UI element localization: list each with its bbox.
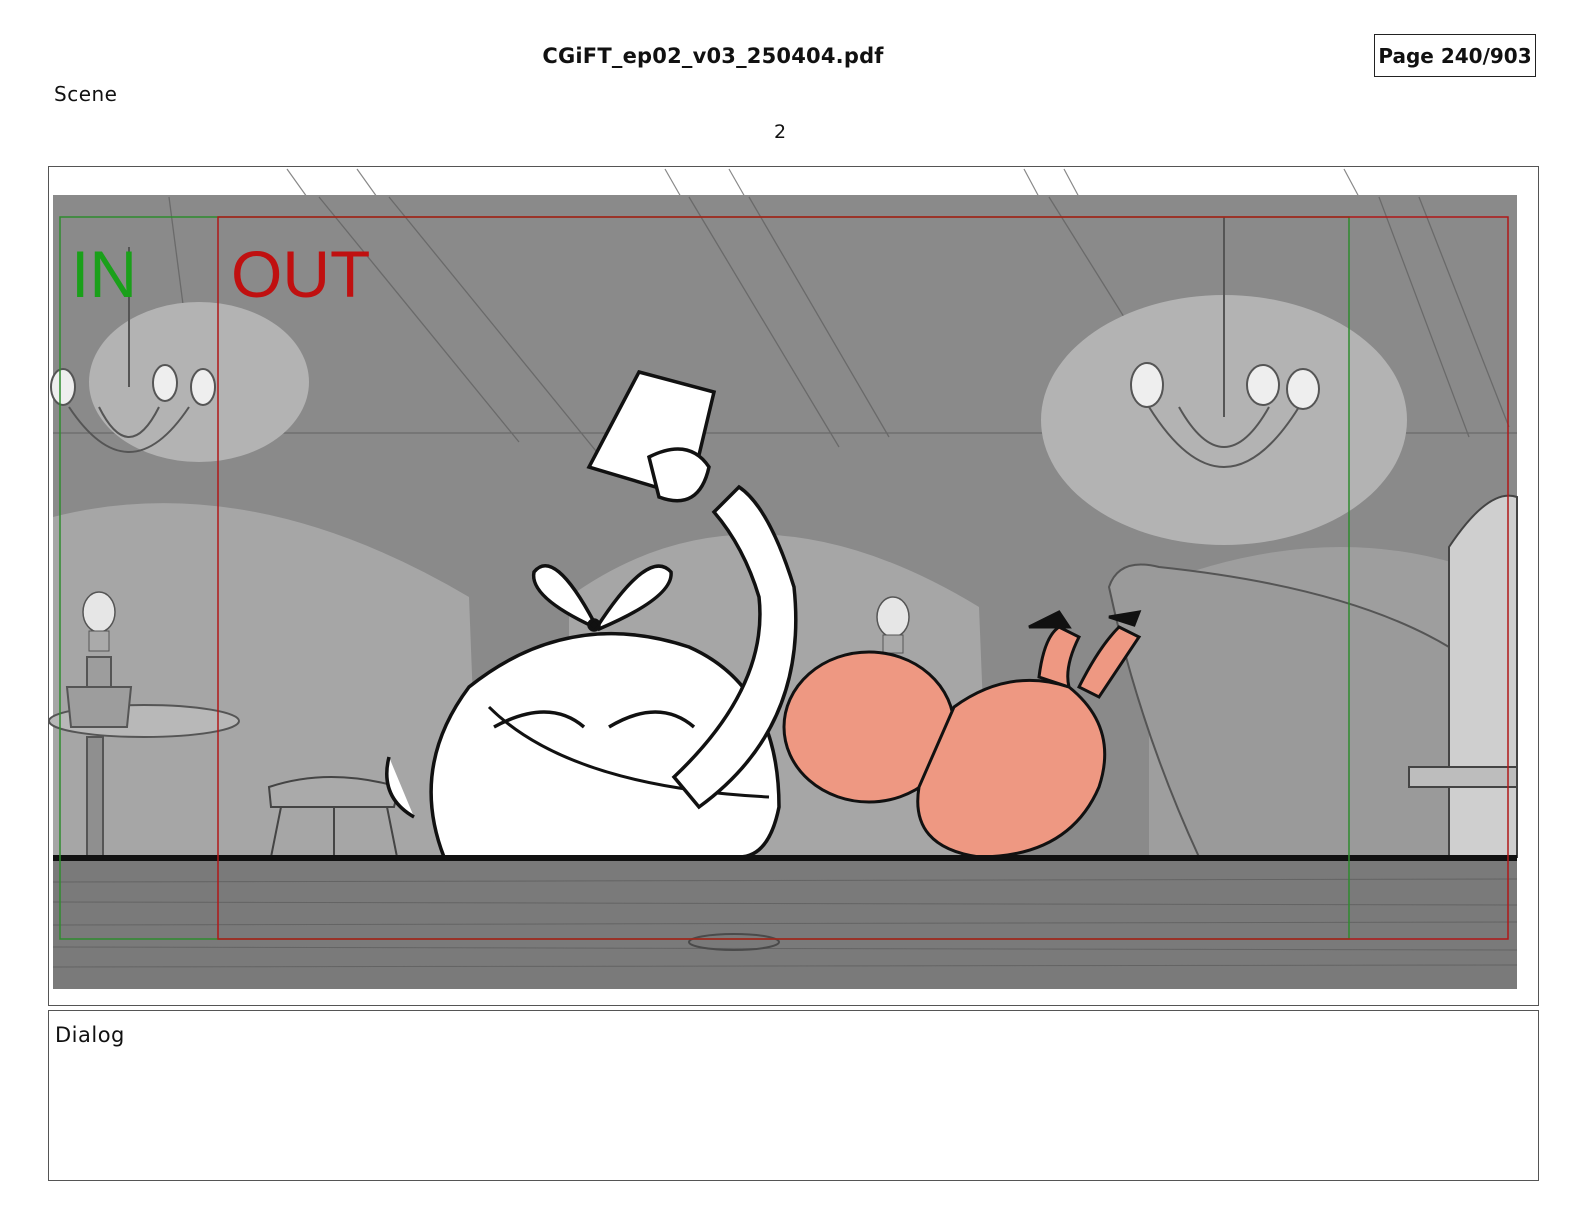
out-marker: OUT bbox=[231, 237, 370, 311]
document-title: CGiFT_ep02_v03_250404.pdf bbox=[542, 44, 884, 68]
in-marker: IN bbox=[71, 237, 137, 311]
page-number-box: Page 240/903 bbox=[1374, 34, 1536, 77]
storyboard-drawing: IN OUT bbox=[49, 167, 1537, 989]
storyboard-panel: IN OUT bbox=[48, 166, 1539, 1006]
dialog-box: Dialog bbox=[48, 1010, 1539, 1181]
dialog-label: Dialog bbox=[55, 1023, 125, 1047]
scene-number: 2 bbox=[773, 121, 787, 143]
scene-label: Scene bbox=[54, 82, 118, 106]
